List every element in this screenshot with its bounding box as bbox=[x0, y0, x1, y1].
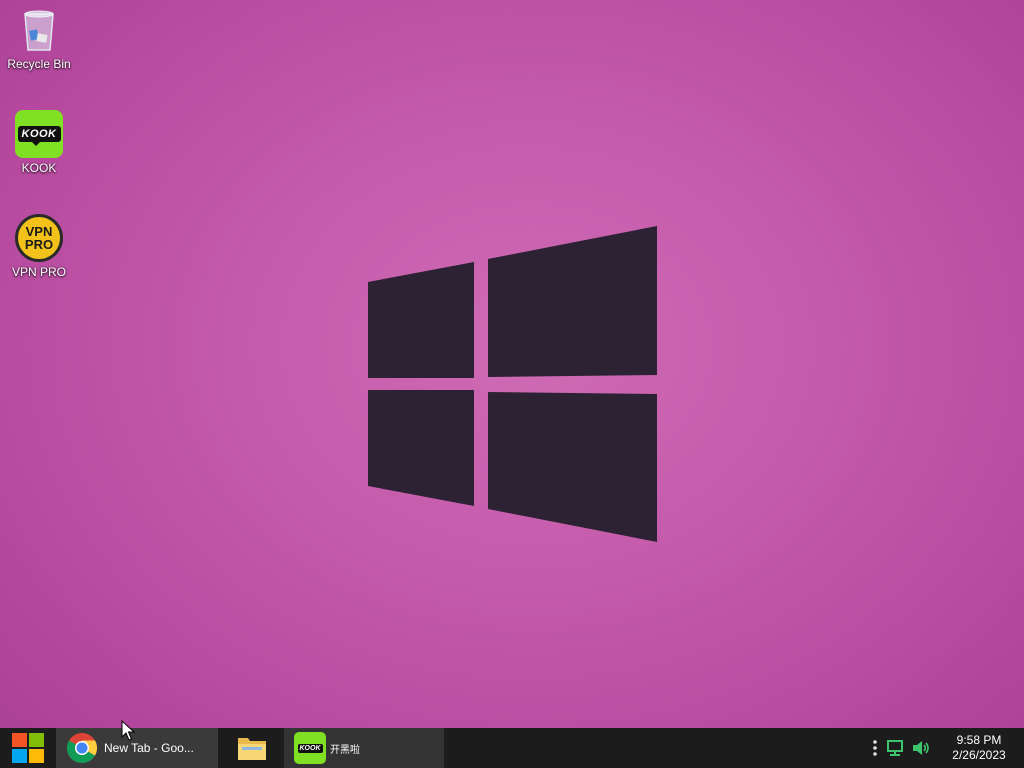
vpn-pro-shortcut[interactable]: VPN PRO VPN PRO bbox=[4, 214, 74, 279]
taskbar-file-explorer-button[interactable] bbox=[220, 728, 284, 768]
system-tray: 9:58 PM 2/26/2023 bbox=[868, 728, 1024, 768]
wallpaper-windows-logo bbox=[368, 226, 657, 542]
more-vertical-icon[interactable] bbox=[872, 739, 878, 757]
kook-window-title: 开黑啦 bbox=[330, 744, 360, 756]
kook-icon: KOOK bbox=[294, 732, 326, 764]
file-explorer-icon bbox=[238, 738, 266, 760]
recycle-bin-icon bbox=[15, 6, 63, 54]
windows-start-icon bbox=[12, 733, 44, 763]
taskbar-clock[interactable]: 9:58 PM 2/26/2023 bbox=[934, 733, 1024, 763]
vpn-pro-icon: VPN PRO bbox=[15, 214, 63, 262]
mouse-cursor-icon bbox=[121, 720, 135, 741]
start-button[interactable] bbox=[0, 728, 56, 768]
desktop: Recycle Bin KOOK KOOK VPN PRO VPN PRO bbox=[0, 0, 1024, 728]
vpn-pro-label: VPN PRO bbox=[11, 265, 66, 279]
network-icon[interactable] bbox=[886, 740, 904, 756]
kook-label: KOOK bbox=[21, 161, 57, 175]
kook-mini-badge: KOOK bbox=[297, 743, 323, 753]
volume-icon[interactable] bbox=[912, 740, 930, 756]
kook-shortcut[interactable]: KOOK KOOK bbox=[4, 110, 74, 175]
vpn-badge-line2: PRO bbox=[24, 237, 54, 252]
recycle-bin-shortcut[interactable]: Recycle Bin bbox=[4, 6, 74, 71]
kook-icon: KOOK bbox=[15, 110, 63, 158]
taskbar-chrome-button[interactable]: New Tab - Goo... bbox=[56, 728, 218, 768]
clock-time: 9:58 PM bbox=[956, 733, 1002, 747]
recycle-bin-label: Recycle Bin bbox=[7, 57, 71, 71]
clock-date: 2/26/2023 bbox=[952, 748, 1006, 762]
chrome-window-title: New Tab - Goo... bbox=[104, 741, 194, 755]
taskbar-kook-button[interactable]: KOOK 开黑啦 bbox=[284, 728, 444, 768]
kook-badge: KOOK bbox=[17, 126, 61, 146]
chrome-icon bbox=[66, 733, 98, 764]
taskbar: New Tab - Goo... KOOK 开黑啦 9:58 PM 2/26/2… bbox=[0, 728, 1024, 768]
